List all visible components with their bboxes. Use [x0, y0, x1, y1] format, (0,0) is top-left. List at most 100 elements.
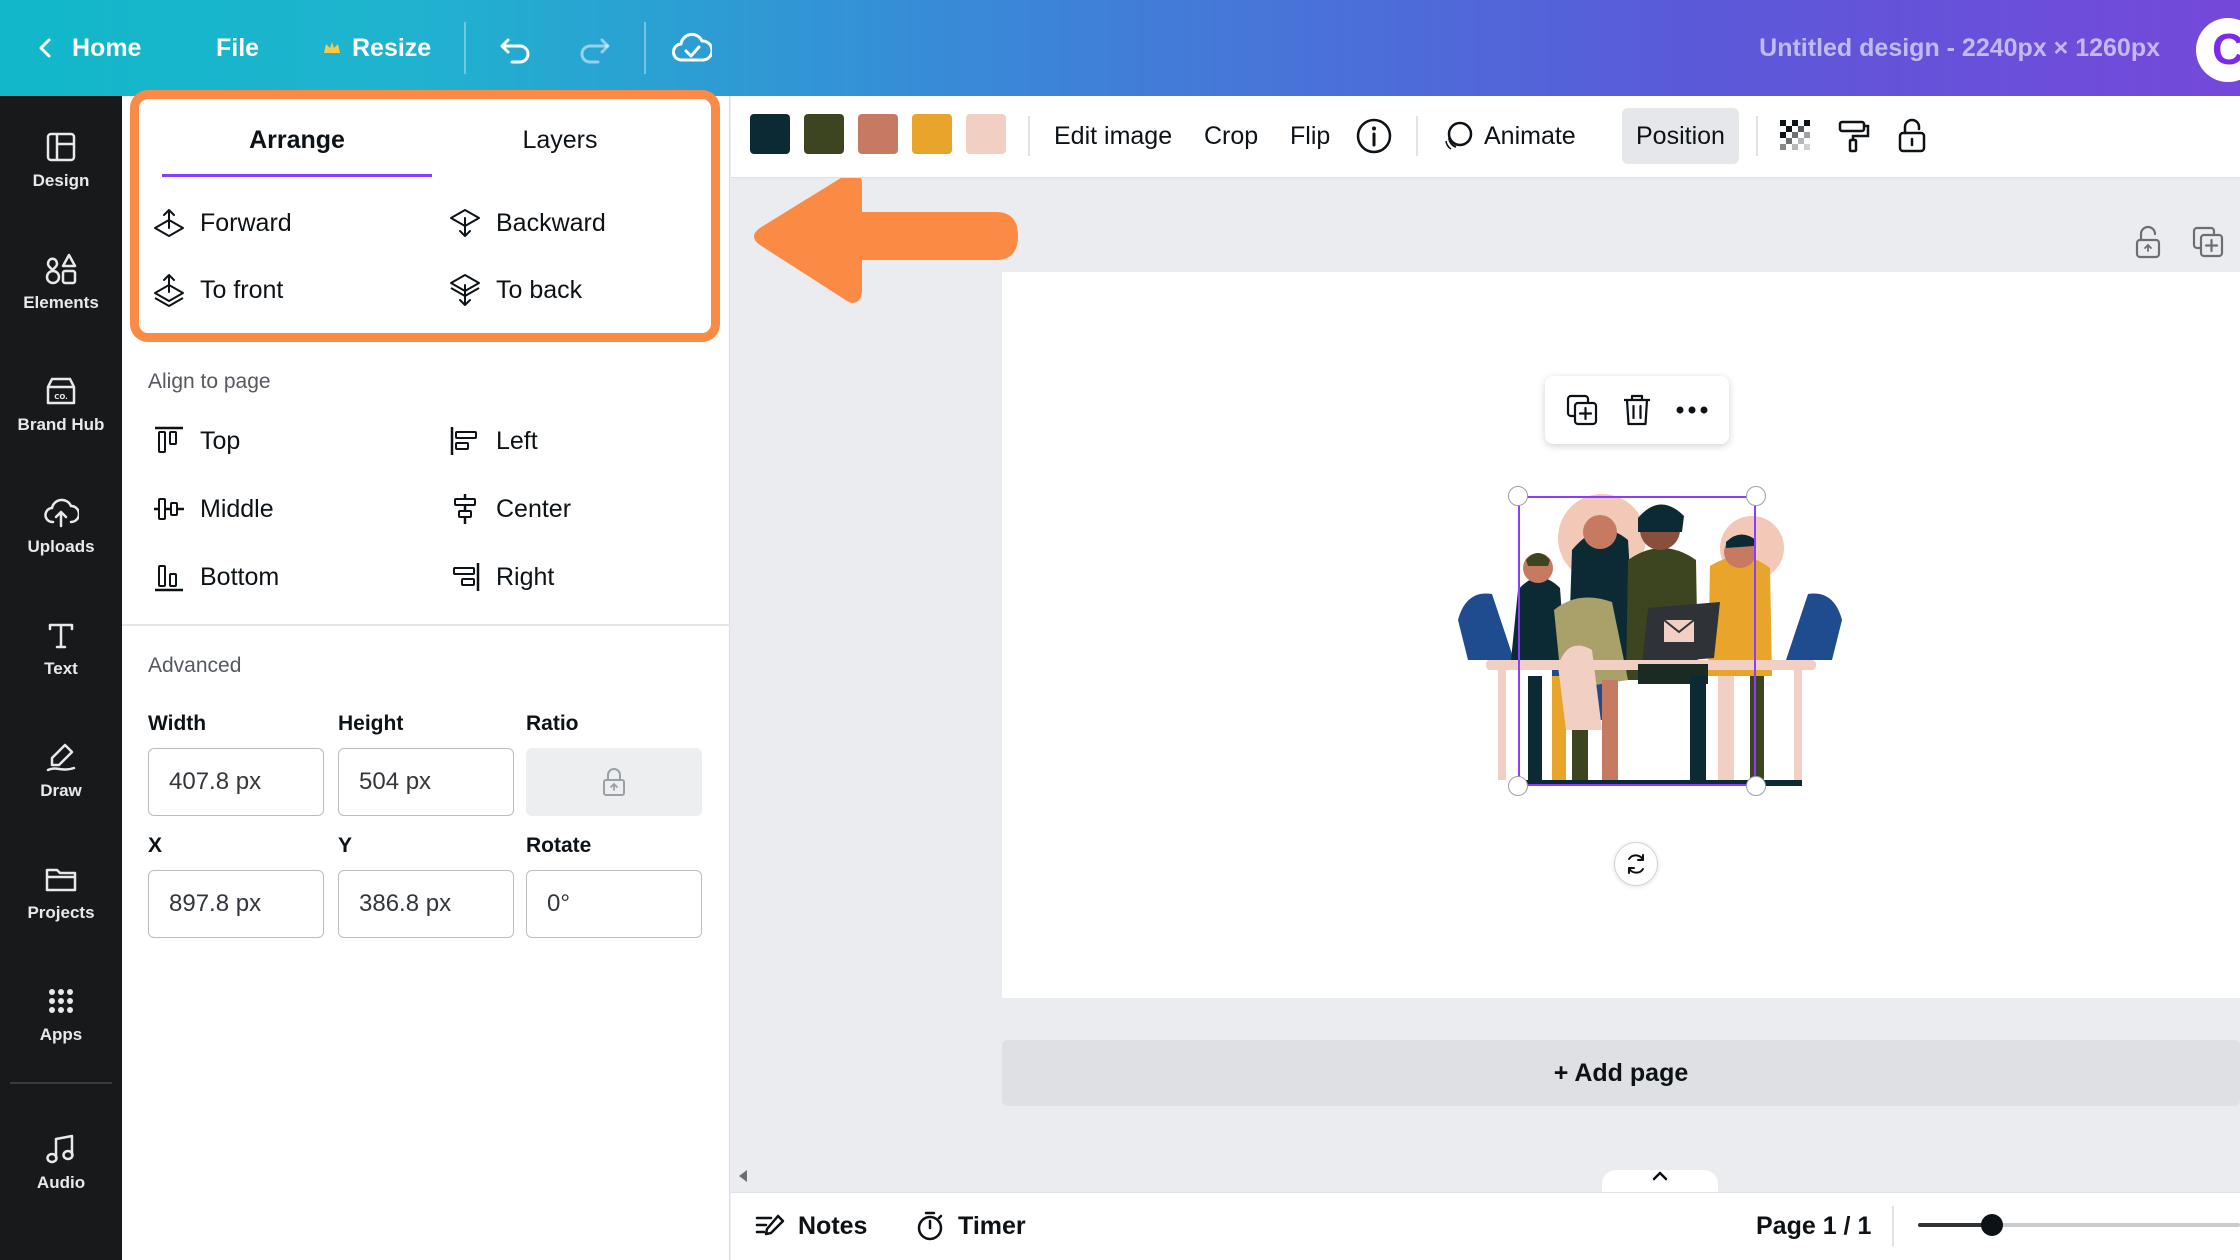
resize-handle[interactable]	[1508, 486, 1528, 506]
lock-element-button[interactable]	[1890, 112, 1934, 160]
ratio-lock-button[interactable]	[526, 748, 702, 816]
to-front-button[interactable]: To front	[152, 273, 283, 307]
animate-button[interactable]: Animate	[1440, 108, 1576, 164]
cloud-check-icon	[672, 32, 712, 62]
topbar-divider	[644, 22, 646, 74]
color-swatch[interactable]	[912, 114, 952, 154]
rail-label: Brand Hub	[17, 415, 105, 434]
rail-item-uploads[interactable]: Uploads	[0, 476, 122, 576]
file-label: File	[216, 33, 260, 62]
rail-item-brand-hub[interactable]: CO. Brand Hub	[0, 354, 122, 454]
align-section-title: Align to page	[148, 370, 271, 393]
undo-button[interactable]	[492, 24, 540, 72]
align-top-icon	[155, 426, 183, 453]
align-bottom-label: Bottom	[200, 562, 280, 591]
toolbar-divider	[1028, 116, 1030, 156]
copy-style-button[interactable]	[1832, 112, 1876, 160]
x-field[interactable]: 897.8 px	[148, 870, 324, 938]
flip-button[interactable]: Flip	[1290, 108, 1330, 164]
y-label: Y	[338, 834, 353, 857]
color-swatch[interactable]	[966, 114, 1006, 154]
to-back-button[interactable]: To back	[448, 273, 582, 307]
resize-handle[interactable]	[1746, 486, 1766, 506]
zoom-slider[interactable]	[1918, 1223, 2240, 1227]
rail-divider	[10, 1082, 112, 1084]
more-options-button[interactable]	[1672, 390, 1712, 430]
arrow-annotation	[754, 172, 1018, 303]
zoom-slider-handle[interactable]	[1981, 1214, 2003, 1236]
align-center-label: Center	[496, 494, 572, 523]
timer-button[interactable]: Timer	[914, 1192, 1026, 1260]
color-swatch[interactable]	[804, 114, 844, 154]
align-center-button[interactable]: Center	[448, 492, 571, 526]
horizontal-scrollbar[interactable]	[731, 1160, 2240, 1192]
info-button[interactable]	[1352, 112, 1396, 160]
align-left-button[interactable]: Left	[448, 424, 538, 458]
file-menu-button[interactable]: File	[216, 0, 259, 96]
toolbar-divider	[1756, 116, 1758, 156]
position-button[interactable]: Position	[1622, 108, 1739, 164]
color-swatch[interactable]	[750, 114, 790, 154]
crop-button[interactable]: Crop	[1204, 108, 1258, 164]
send-to-back-icon	[450, 274, 480, 306]
rail-item-projects[interactable]: Projects	[0, 842, 122, 942]
backward-label: Backward	[496, 208, 606, 237]
resize-handle[interactable]	[1508, 776, 1528, 796]
duplicate-button[interactable]	[1562, 390, 1602, 430]
backward-button[interactable]: Backward	[448, 206, 606, 240]
crown-icon	[324, 42, 340, 53]
align-right-button[interactable]: Right	[448, 560, 554, 594]
rail-item-draw[interactable]: Draw	[0, 720, 122, 820]
to-front-label: To front	[200, 275, 284, 304]
add-page-button[interactable]: + Add page	[1002, 1040, 2240, 1106]
rotate-handle[interactable]	[1614, 842, 1658, 886]
tab-arrange[interactable]: Arrange	[162, 126, 432, 155]
y-field[interactable]: 386.8 px	[338, 870, 514, 938]
redo-button[interactable]	[570, 24, 618, 72]
undo-icon	[500, 38, 530, 64]
rotate-field[interactable]: 0°	[526, 870, 702, 938]
transparency-button[interactable]	[1774, 112, 1818, 160]
rail-label: Draw	[40, 781, 82, 800]
elements-icon	[45, 253, 77, 285]
cloud-save-button[interactable]	[668, 24, 716, 72]
edit-image-button[interactable]: Edit image	[1054, 108, 1172, 164]
align-bottom-button[interactable]: Bottom	[152, 560, 279, 594]
rail-item-elements[interactable]: Elements	[0, 232, 122, 332]
notes-button[interactable]: Notes	[754, 1192, 867, 1260]
document-title[interactable]: Untitled design - 2240px × 1260px	[1759, 0, 2160, 96]
more-horizontal-icon	[1676, 406, 1708, 414]
forward-button[interactable]: Forward	[152, 206, 292, 240]
align-middle-button[interactable]: Middle	[152, 492, 274, 526]
rail-item-design[interactable]: Design	[0, 110, 122, 210]
align-top-label: Top	[200, 426, 241, 455]
align-center-icon	[454, 494, 476, 524]
resize-button[interactable]: Resize	[322, 0, 431, 96]
bring-to-front-icon	[154, 274, 184, 307]
width-field[interactable]: 407.8 px	[148, 748, 324, 816]
height-field[interactable]: 504 px	[338, 748, 514, 816]
position-panel	[122, 96, 730, 1260]
to-back-label: To back	[496, 275, 583, 304]
rotate-icon	[1628, 854, 1644, 874]
tab-layers[interactable]: Layers	[432, 126, 688, 155]
transparency-icon	[1780, 120, 1810, 150]
home-button[interactable]: Home	[34, 0, 141, 96]
expand-pages-button[interactable]	[1602, 1170, 1718, 1194]
rail-item-audio[interactable]: Audio	[0, 1112, 122, 1212]
toolbar-divider	[1416, 116, 1418, 156]
color-swatch[interactable]	[858, 114, 898, 154]
rail-item-text[interactable]: Text	[0, 598, 122, 698]
align-top-button[interactable]: Top	[152, 424, 240, 458]
page-lock-button[interactable]	[2128, 222, 2168, 262]
avatar[interactable]: C	[2196, 18, 2240, 82]
height-label: Height	[338, 712, 404, 735]
delete-button[interactable]	[1617, 390, 1657, 430]
active-tab-indicator	[162, 174, 432, 177]
rail-item-apps[interactable]: Apps	[0, 964, 122, 1064]
x-label: X	[148, 834, 163, 857]
paint-roller-icon	[1838, 120, 1870, 153]
page-indicator[interactable]: Page 1 / 1	[1756, 1192, 1871, 1260]
duplicate-page-button[interactable]	[2188, 222, 2228, 262]
resize-handle[interactable]	[1746, 776, 1766, 796]
